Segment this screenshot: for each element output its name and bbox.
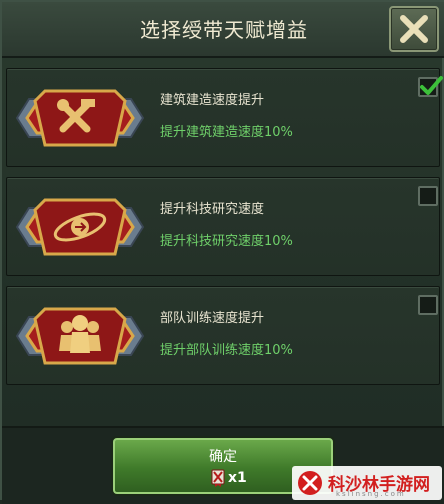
option-checkbox[interactable] [418,76,443,97]
watermark-subtext: kslinsng.com [336,490,406,498]
option-checkbox[interactable] [418,295,438,315]
ribbon-medal-icon [211,469,225,487]
site-logo-icon [298,471,322,495]
close-x-icon [400,15,428,43]
option-research-speed[interactable]: 提升科技研究速度 提升科技研究速度10% [6,177,440,276]
option-checkbox[interactable] [418,186,438,206]
confirm-label: 确定 [209,449,237,465]
option-description: 提升部队训练速度10% [160,343,293,358]
wrench-hammer-emblem-icon [15,89,145,147]
option-training-speed[interactable]: 部队训练速度提升 提升部队训练速度10% [6,286,440,385]
talent-dialog: 选择绶带天赋增益 建筑建造速度提升 提升建筑建造速度10% 提升科技研究速度 提… [0,0,444,504]
science-orbit-emblem-icon [15,198,145,256]
cost-count: x1 [228,470,247,486]
troops-emblem-icon [15,307,145,365]
option-title: 部队训练速度提升 [160,311,265,326]
watermark: 科沙林手游网 kslinsng.com [292,466,442,500]
option-title: 建筑建造速度提升 [160,93,265,108]
option-description: 提升建筑建造速度10% [160,125,293,140]
dialog-title: 选择绶带天赋增益 [140,18,308,42]
option-description: 提升科技研究速度10% [160,234,293,249]
close-button[interactable] [389,6,439,52]
title-bar: 选择绶带天赋增益 [2,2,444,58]
checkmark-icon [420,76,443,95]
option-construction-speed[interactable]: 建筑建造速度提升 提升建筑建造速度10% [6,68,443,167]
option-title: 提升科技研究速度 [160,202,265,217]
